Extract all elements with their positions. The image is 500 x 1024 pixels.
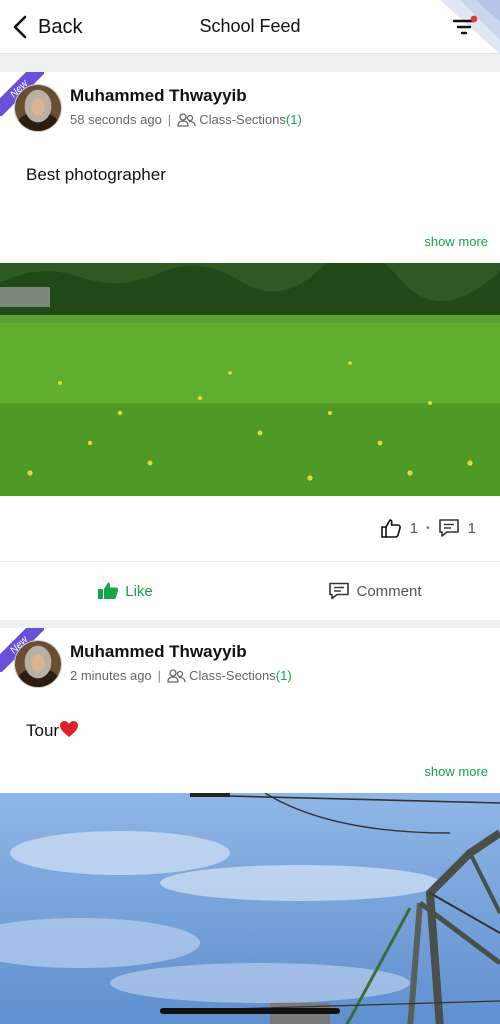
audience-label[interactable]: Class-Sections — [199, 112, 286, 127]
comment-label: Comment — [356, 582, 422, 600]
post-time: 2 minutes ago — [70, 668, 152, 683]
avatar[interactable] — [14, 640, 62, 688]
post-text-content: Tour — [26, 721, 60, 740]
like-label: Like — [125, 582, 153, 600]
post-text: Best photographer — [26, 165, 166, 184]
red-heart-icon — [60, 721, 79, 737]
filter-icon[interactable] — [452, 14, 478, 40]
post-time: 58 seconds ago — [70, 112, 162, 127]
feed-post: New Muhammed Thwayyib 2 minutes ago | Cl… — [0, 628, 500, 1024]
post-actions: Like Comment — [0, 562, 500, 620]
comment-icon — [329, 582, 350, 600]
audience-label[interactable]: Class-Sections — [189, 668, 276, 683]
comment-count: 1 — [467, 519, 476, 537]
app-header: Back School Feed — [0, 0, 500, 54]
comment-icon[interactable] — [438, 518, 460, 538]
show-more-link[interactable]: show more — [424, 764, 488, 779]
author-name[interactable]: Muhammed Thwayyib — [70, 642, 247, 662]
audience-count: (1) — [285, 112, 302, 127]
show-more-link[interactable]: show more — [424, 234, 488, 249]
home-indicator — [160, 1008, 340, 1014]
post-image[interactable] — [0, 263, 500, 496]
post-stats: 1 • 1 — [380, 516, 476, 540]
post-image[interactable] — [0, 793, 500, 1024]
feed-post: New Muhammed Thwayyib 58 seconds ago | C… — [0, 72, 500, 620]
thumbs-up-outline-icon[interactable] — [380, 518, 402, 538]
meta-separator: | — [167, 112, 172, 127]
audience-count: (1) — [275, 668, 292, 683]
users-icon — [177, 112, 196, 127]
post-meta: 2 minutes ago | Class-Sections (1) — [70, 668, 292, 683]
notification-dot — [470, 15, 478, 23]
like-button[interactable]: Like — [0, 562, 250, 620]
meta-separator: | — [157, 668, 162, 683]
post-text: Tour — [26, 720, 79, 741]
comment-button[interactable]: Comment — [250, 562, 500, 620]
author-name[interactable]: Muhammed Thwayyib — [70, 86, 247, 106]
stats-separator: • — [426, 522, 430, 534]
thumbs-up-filled-icon — [98, 582, 119, 599]
avatar[interactable] — [14, 84, 62, 132]
users-icon — [167, 668, 186, 683]
post-meta: 58 seconds ago | Class-Sections (1) — [70, 112, 302, 127]
like-count: 1 — [409, 519, 419, 537]
